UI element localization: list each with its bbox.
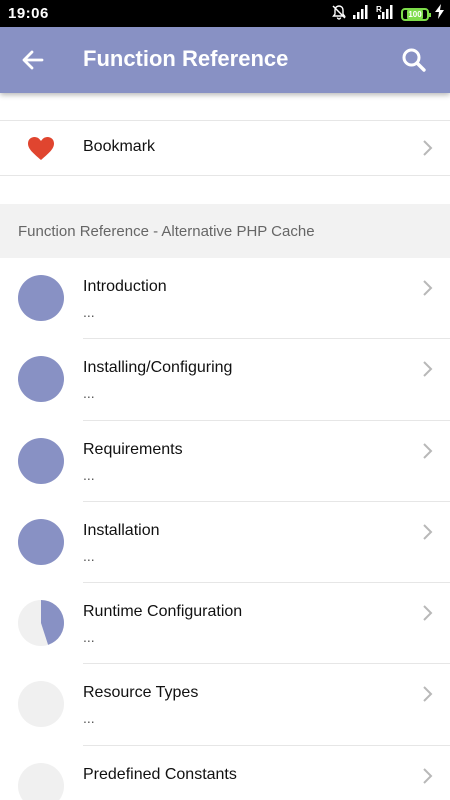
item-subtitle: ...	[83, 547, 95, 564]
chevron-right-icon	[420, 604, 434, 622]
signal-roaming-icon: R	[376, 4, 395, 24]
item-subtitle: ...	[83, 791, 95, 800]
chapter-list: Introduction ... Installing/Configuring …	[0, 258, 450, 800]
item-title: Runtime Configuration	[83, 603, 243, 621]
item-title: Resource Types	[83, 684, 199, 702]
chevron-right-icon	[420, 360, 434, 378]
list-item[interactable]: Requirements ...	[0, 420, 450, 502]
page-title: Function Reference	[83, 46, 289, 71]
progress-track	[18, 518, 64, 565]
bookmark-label: Bookmark	[83, 138, 156, 155]
progress-circle	[18, 356, 64, 403]
bookmark-row[interactable]: Bookmark	[0, 121, 450, 175]
progress-track	[18, 681, 64, 728]
status-bar: 19:06 R 100	[0, 0, 450, 27]
progress-track	[18, 762, 64, 800]
progress-circle	[18, 437, 64, 484]
progress-circle	[18, 681, 64, 728]
divider	[0, 175, 450, 176]
item-title: Requirements	[83, 440, 183, 458]
chevron-right-icon	[420, 442, 434, 460]
progress-track	[18, 356, 64, 403]
progress-circle	[18, 762, 64, 800]
status-icons: R 100	[331, 4, 444, 24]
search-icon[interactable]	[400, 46, 428, 74]
list-item[interactable]: Predefined Constants ...	[0, 745, 450, 800]
list-item[interactable]: Introduction ...	[0, 258, 450, 340]
progress-circle	[18, 518, 64, 565]
progress-circle	[18, 275, 64, 321]
progress-circle	[18, 600, 64, 647]
item-subtitle: ...	[83, 466, 95, 483]
list-item[interactable]: Installing/Configuring ...	[0, 339, 450, 421]
section-header: Function Reference - Alternative PHP Cac…	[0, 204, 450, 258]
item-title: Predefined Constants	[83, 765, 237, 783]
app-bar: Function Reference	[0, 27, 450, 93]
section-title: Function Reference - Alternative PHP Cac…	[18, 223, 315, 240]
bell-off-icon	[331, 4, 347, 25]
item-subtitle: ...	[83, 629, 95, 646]
list-item[interactable]: Runtime Configuration ...	[0, 583, 450, 665]
item-subtitle: ...	[83, 385, 95, 402]
arrow-left-icon[interactable]	[19, 46, 47, 74]
item-subtitle: ...	[83, 710, 95, 727]
chevron-right-icon	[420, 139, 434, 157]
charging-icon	[435, 4, 444, 24]
item-subtitle: ...	[83, 304, 95, 320]
list-item[interactable]: Installation ...	[0, 501, 450, 584]
signal-icon	[353, 4, 370, 24]
list-item[interactable]: Resource Types ...	[0, 664, 450, 746]
chevron-right-icon	[420, 767, 434, 785]
progress-track	[18, 275, 64, 321]
battery-icon: 100	[401, 7, 431, 21]
battery-level: 100	[407, 9, 423, 19]
chevron-right-icon	[420, 279, 434, 297]
chevron-right-icon	[420, 523, 434, 541]
item-title: Introduction	[83, 278, 167, 295]
svg-text:R: R	[376, 5, 382, 14]
progress-track	[18, 437, 64, 484]
chevron-right-icon	[420, 685, 434, 703]
item-title: Installation	[83, 521, 160, 539]
heart-icon	[27, 136, 55, 162]
item-title: Installing/Configuring	[83, 359, 233, 377]
status-time: 19:06	[8, 5, 49, 22]
